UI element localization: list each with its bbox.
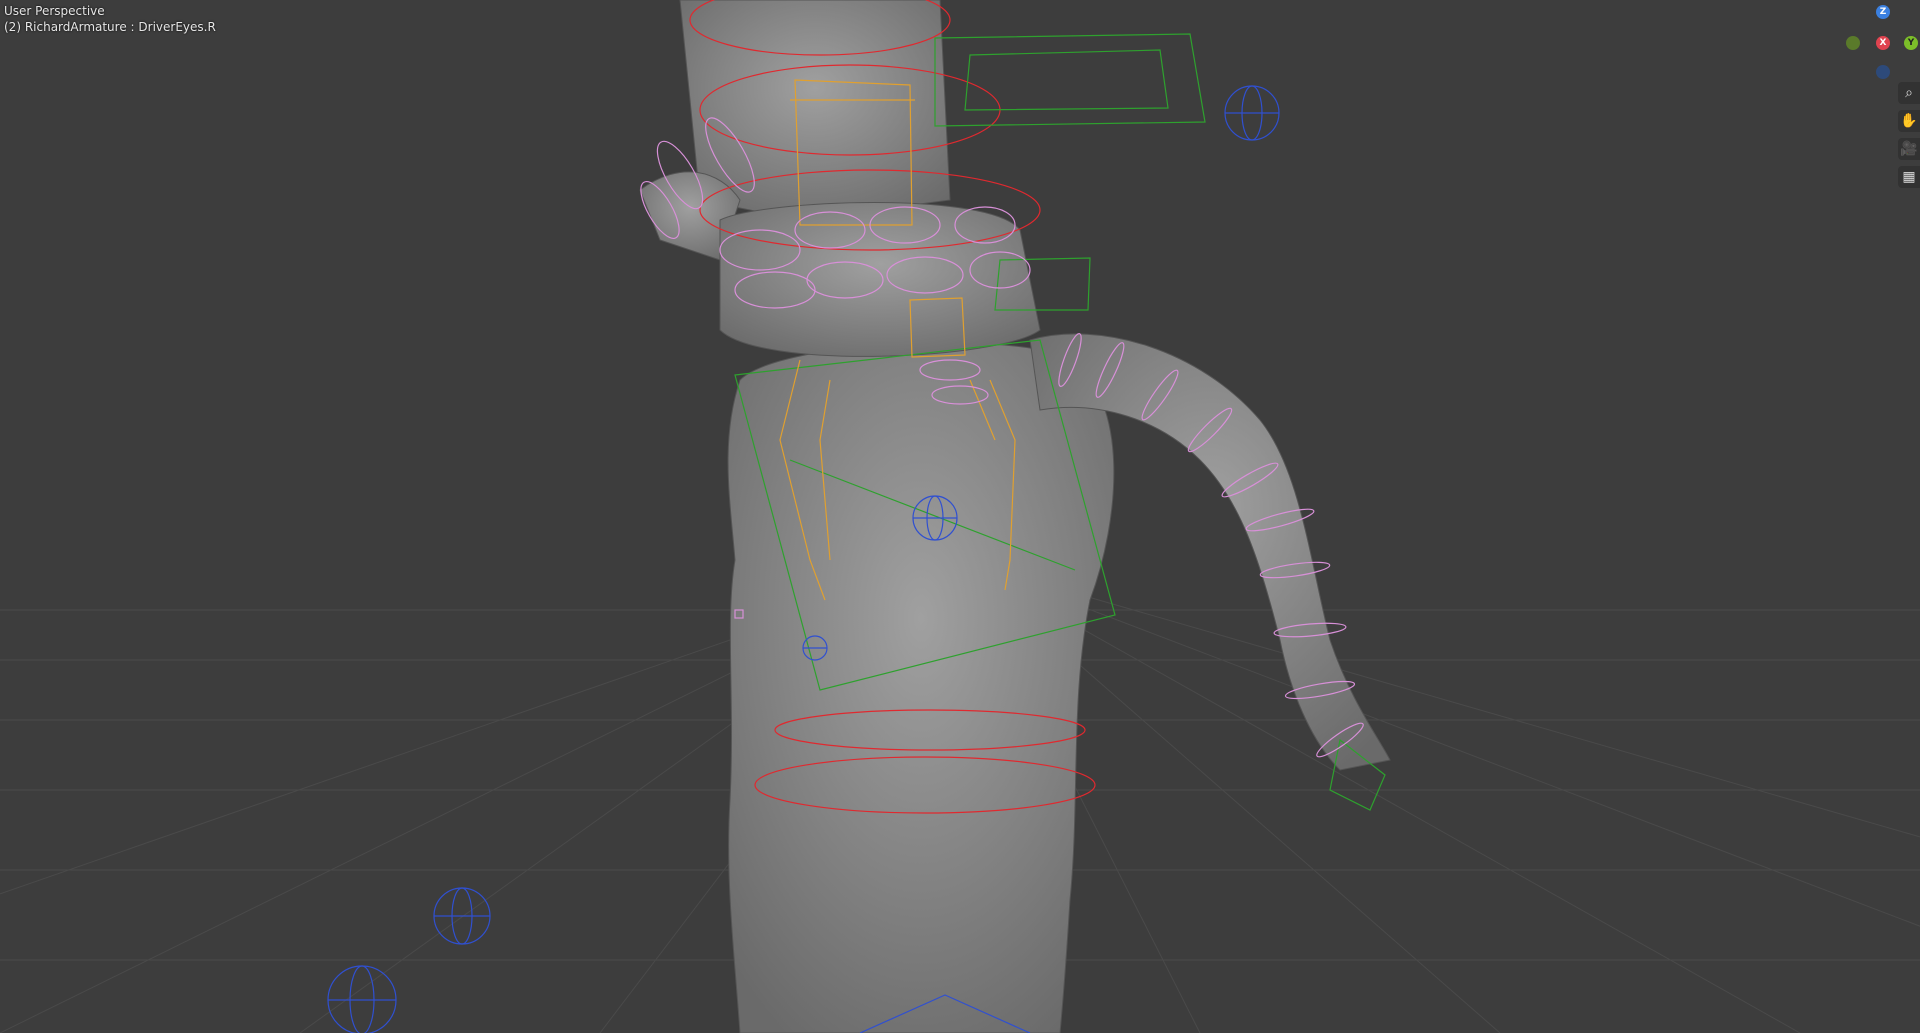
axis-neg-y-dot[interactable] xyxy=(1846,36,1860,50)
3d-viewport[interactable]: User Perspective (2) RichardArmature : D… xyxy=(0,0,1920,1033)
camera-icon[interactable]: 🎥 xyxy=(1898,138,1920,160)
axis-x-button[interactable]: X xyxy=(1876,36,1890,50)
view-mode-label: User Perspective xyxy=(4,4,105,18)
viewport-scene[interactable] xyxy=(0,0,1920,1033)
axis-y-button[interactable]: Y xyxy=(1904,36,1918,50)
viewport-header-text: User Perspective (2) RichardArmature : D… xyxy=(4,3,216,35)
pan-hand-icon[interactable]: ✋ xyxy=(1898,110,1920,132)
grid-icon[interactable]: ▦ xyxy=(1898,166,1920,188)
axis-neg-z-dot[interactable] xyxy=(1876,65,1890,79)
zoom-icon[interactable]: ⌕ xyxy=(1898,82,1920,104)
character-mesh[interactable] xyxy=(639,0,1391,1033)
axis-z-button[interactable]: Z xyxy=(1876,5,1890,19)
navigation-gizmo[interactable]: Z X Y ⌕ ✋ 🎥 ▦ xyxy=(1840,0,1920,200)
active-object-label: (2) RichardArmature : DriverEyes.R xyxy=(4,20,216,34)
